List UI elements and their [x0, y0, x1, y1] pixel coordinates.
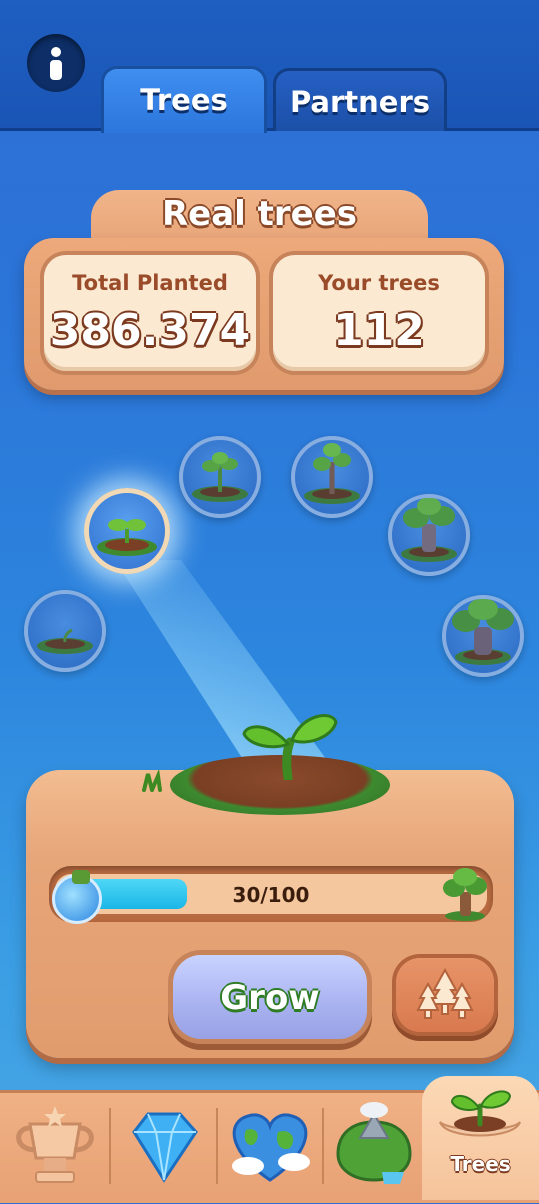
tree-stage-icon — [401, 498, 457, 562]
big-tree-stage-icon — [452, 599, 514, 665]
stage-4-bubble[interactable] — [291, 436, 373, 518]
stage-6-bubble[interactable] — [442, 595, 524, 677]
grow-button[interactable]: Grow — [173, 955, 367, 1039]
forest-button[interactable] — [396, 958, 494, 1032]
goal-tree-icon — [443, 868, 487, 921]
info-icon — [51, 47, 61, 57]
stage-2-bubble[interactable] — [84, 488, 170, 574]
forest-icon — [416, 967, 474, 1019]
your-trees-label: Your trees — [318, 271, 440, 295]
young-tree-stage-icon — [304, 443, 360, 504]
nav-item-trees[interactable] — [422, 1090, 539, 1200]
growth-progress-text: 30/100 — [232, 883, 310, 907]
stage-5-bubble[interactable] — [388, 494, 470, 576]
stage-1-bubble[interactable] — [24, 590, 106, 672]
grass-tuft-icon — [142, 770, 162, 792]
nav-separator — [109, 1108, 111, 1184]
tab-trees[interactable]: Trees — [101, 66, 267, 133]
nav-item-world[interactable] — [218, 1092, 322, 1200]
total-planted-value: 386.374 — [49, 305, 251, 356]
island-icon — [336, 1102, 412, 1184]
tab-partners[interactable]: Partners — [273, 68, 447, 131]
globe-heart-icon — [232, 1113, 310, 1182]
stage-3-bubble[interactable] — [179, 436, 261, 518]
nav-item-gems[interactable] — [112, 1092, 216, 1200]
water-potion-cork — [72, 870, 90, 884]
sprout-stage-icon — [97, 519, 157, 556]
nav-item-island[interactable] — [324, 1092, 422, 1200]
total-planted-label: Total Planted — [72, 271, 228, 295]
info-icon-bar — [50, 60, 62, 80]
your-trees-stat: Your trees 112 — [273, 255, 485, 371]
nav-item-trees-label: Trees — [450, 1152, 511, 1176]
your-trees-value: 112 — [333, 305, 425, 356]
info-button[interactable] — [27, 34, 85, 92]
gem-icon — [132, 1112, 198, 1183]
trophy-icon — [16, 1106, 94, 1183]
sprout-icon — [242, 714, 338, 780]
real-trees-title: Real trees — [161, 194, 358, 234]
nav-item-trophy[interactable] — [0, 1092, 110, 1200]
sprout-hands-icon — [439, 1090, 521, 1137]
total-planted-stat: Total Planted 386.374 — [44, 255, 256, 371]
sapling-stage-icon — [192, 452, 248, 502]
seed-stage-icon — [37, 628, 93, 654]
